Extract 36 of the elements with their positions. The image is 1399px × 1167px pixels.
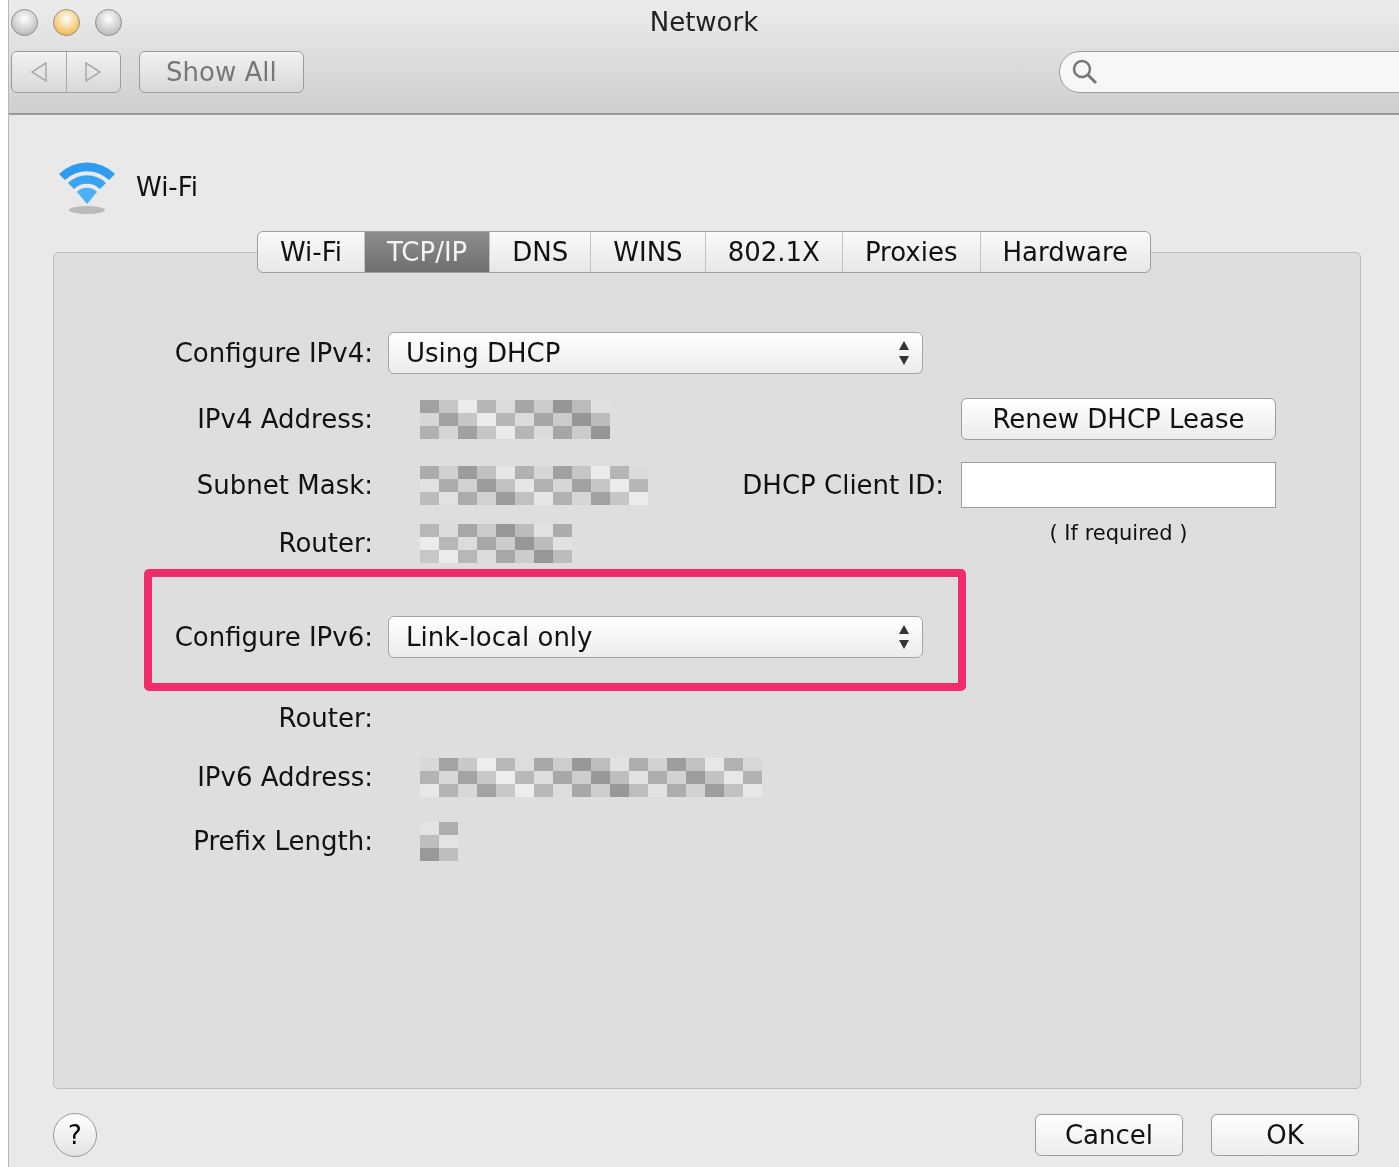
zoom-button[interactable] [95,8,122,36]
search-icon [1072,59,1098,85]
tab[interactable]: WINS [590,232,705,272]
field-label: Configure IPv6: [173,622,373,652]
client-id-field[interactable] [961,462,1276,508]
window-title: Network [649,7,759,37]
redacted-value [420,821,458,861]
show-all-button[interactable]: Show All [139,51,304,93]
renew-dhcp-button[interactable]: Renew DHCP Lease [961,398,1276,440]
field-label: IPv4 Address: [196,404,373,434]
help-button[interactable]: ? [53,1113,97,1157]
field-label: Router: [277,703,373,733]
tab[interactable]: Wi-Fi [257,232,364,272]
updown-arrows-icon [898,624,910,650]
field-label: Configure IPv4: [173,338,373,368]
dialog-button[interactable]: Cancel [1035,1114,1183,1156]
service-name: Wi-Fi [136,172,199,202]
field-label: DHCP Client ID: [741,470,945,500]
search-field[interactable] [1059,51,1399,93]
tab[interactable]: TCP/IP [364,232,490,272]
tab[interactable]: 802.1X [704,232,842,272]
field-label: IPv6 Address: [196,762,373,792]
field-label: Prefix Length: [192,826,373,856]
dialog-button[interactable]: OK [1211,1114,1359,1156]
popup-menu[interactable]: Using DHCP [388,332,923,374]
tab[interactable]: DNS [489,232,591,272]
popup-menu[interactable]: Link-local only [388,616,923,658]
updown-arrows-icon [898,340,910,366]
hint-text: ( If required ) [1048,520,1189,545]
minimize-button[interactable] [53,8,80,36]
left-triangle-icon [30,62,47,82]
close-button[interactable] [11,8,38,36]
field-label: Subnet Mask: [195,470,373,500]
field-label: Router: [277,528,373,558]
right-triangle-icon [85,62,102,82]
tab[interactable]: Proxies [841,232,980,272]
